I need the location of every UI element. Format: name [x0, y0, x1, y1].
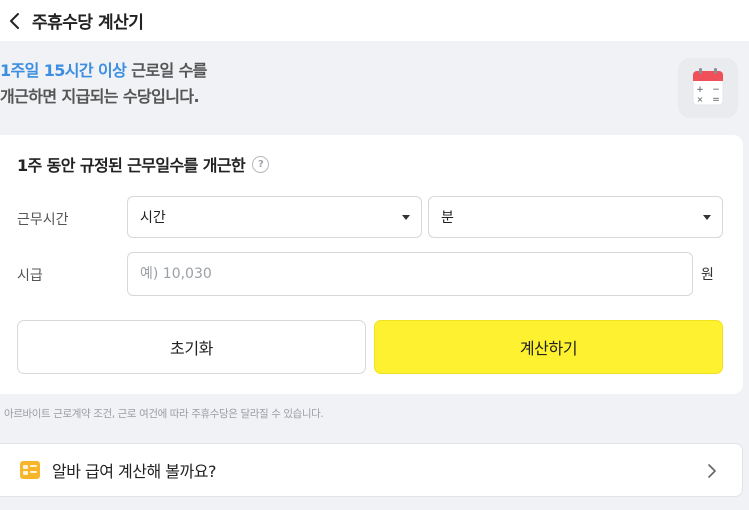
intro-line-1: 1주일 15시간 이상 근로일 수를 — [0, 58, 600, 84]
form-title-row: 1주 동안 규정된 근무일수를 개근한 ? — [17, 152, 270, 176]
hour-select[interactable]: 시간 — [127, 196, 422, 238]
minute-select[interactable]: 분 — [428, 196, 723, 238]
salary-calculator-banner[interactable]: 알바 급여 계산해 볼까요? — [0, 443, 743, 497]
wallet-icon — [20, 461, 40, 479]
calculator-icon: + − × = — [678, 58, 738, 118]
chevron-right-icon — [708, 464, 716, 478]
work-time-label: 근무시간 — [17, 212, 69, 228]
minute-select-value: 분 — [441, 210, 454, 226]
svg-text:×: × — [697, 95, 704, 104]
hourly-wage-input[interactable] — [127, 252, 693, 296]
svg-text:−: − — [712, 85, 720, 95]
reset-button-label: 초기화 — [170, 339, 213, 358]
caret-down-icon — [703, 215, 711, 220]
back-button[interactable] — [2, 8, 28, 34]
intro-line-2: 개근하면 지급되는 수당입니다. — [0, 87, 200, 106]
svg-text:+: + — [696, 85, 704, 95]
wage-label: 시급 — [17, 268, 43, 284]
help-icon[interactable]: ? — [252, 155, 270, 173]
calculate-button-label: 계산하기 — [519, 339, 578, 358]
intro-text: 1주일 15시간 이상 근로일 수를 개근하면 지급되는 수당입니다. — [0, 58, 600, 110]
intro-line-1-rest: 근로일 수를 — [126, 61, 207, 80]
calculate-button[interactable]: 계산하기 — [374, 320, 723, 374]
hour-select-value: 시간 — [140, 210, 166, 226]
svg-text:=: = — [712, 95, 720, 105]
reset-button[interactable]: 초기화 — [17, 320, 366, 374]
banner-text: 알바 급여 계산해 볼까요? — [52, 462, 216, 481]
intro-highlight: 1주일 15시간 이상 — [0, 61, 127, 80]
chevron-left-icon — [10, 12, 19, 29]
caret-down-icon — [402, 215, 410, 220]
disclaimer-text: 아르바이트 근로계약 조건, 근로 여건에 따라 주휴수당은 달라질 수 있습니… — [4, 408, 324, 420]
top-bar: 주휴수당 계산기 — [0, 0, 749, 41]
page-title: 주휴수당 계산기 — [32, 13, 144, 33]
currency-unit: 원 — [701, 267, 714, 283]
form-title: 1주 동안 규정된 근무일수를 개근한 — [17, 156, 246, 175]
